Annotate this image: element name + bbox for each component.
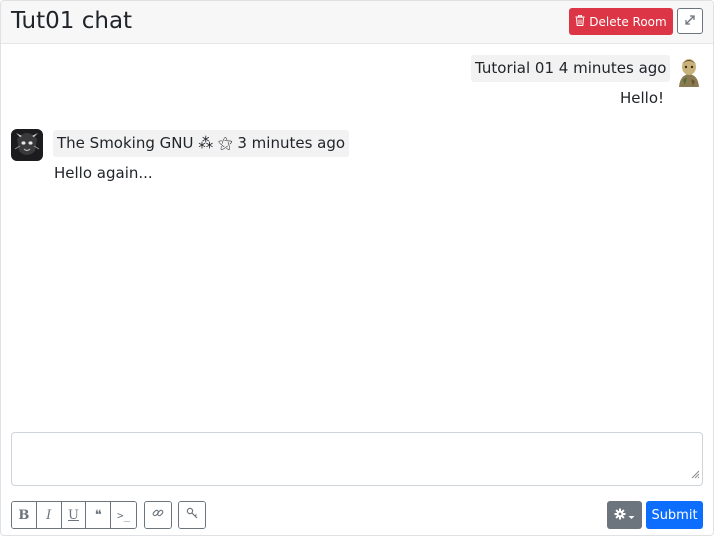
format-toolbar: B I U ❝ >_ <box>11 501 137 529</box>
message-time: 3 minutes ago <box>237 134 346 152</box>
avatar <box>673 55 705 87</box>
resize-handle-icon[interactable] <box>691 464 700 483</box>
trash-icon <box>575 14 585 29</box>
message-input[interactable] <box>11 432 703 486</box>
delete-room-button[interactable]: Delete Room <box>569 8 673 35</box>
underline-button[interactable]: U <box>61 502 87 528</box>
settings-dropdown-button[interactable] <box>607 501 642 529</box>
code-icon: >_ <box>116 508 131 522</box>
key-toolbar <box>178 501 206 529</box>
message-author: The Smoking GNU <box>57 134 194 152</box>
italic-button[interactable]: I <box>36 502 62 528</box>
gear-icon <box>614 508 626 523</box>
expand-button[interactable] <box>677 8 703 34</box>
key-icon <box>186 507 198 523</box>
link-icon <box>152 507 164 523</box>
caret-down-icon <box>628 508 635 523</box>
underline-icon: U <box>68 507 79 523</box>
bold-button[interactable]: B <box>12 502 37 528</box>
quote-icon: ❝ <box>94 507 102 523</box>
message-text: Hello! <box>620 89 665 107</box>
bold-icon: B <box>18 507 30 523</box>
delete-room-label: Delete Room <box>589 14 667 29</box>
message-time: 4 minutes ago <box>558 59 667 77</box>
room-title: Tut01 chat <box>11 8 133 34</box>
link-button[interactable] <box>145 502 171 528</box>
chat-panel: Tut01 chat Delete Room Tutorial 01 4 min… <box>0 0 714 536</box>
submit-button[interactable]: Submit <box>646 501 703 529</box>
expand-icon <box>684 14 696 29</box>
message-author: Tutorial 01 <box>475 59 554 77</box>
quote-button[interactable]: ❝ <box>86 502 112 528</box>
message-meta: Tutorial 01 4 minutes ago <box>471 55 671 82</box>
link-toolbar <box>144 501 172 529</box>
message-text: Hello again... <box>54 164 153 182</box>
avatar <box>11 129 43 161</box>
key-button[interactable] <box>179 502 205 528</box>
chat-header: Tut01 chat Delete Room <box>1 1 713 44</box>
code-button[interactable]: >_ <box>111 502 136 528</box>
italic-icon: I <box>46 507 52 523</box>
message-meta: The Smoking GNU ⁂ ⚝ 3 minutes ago <box>53 130 350 157</box>
user-badges: ⁂ ⚝ <box>198 134 233 152</box>
